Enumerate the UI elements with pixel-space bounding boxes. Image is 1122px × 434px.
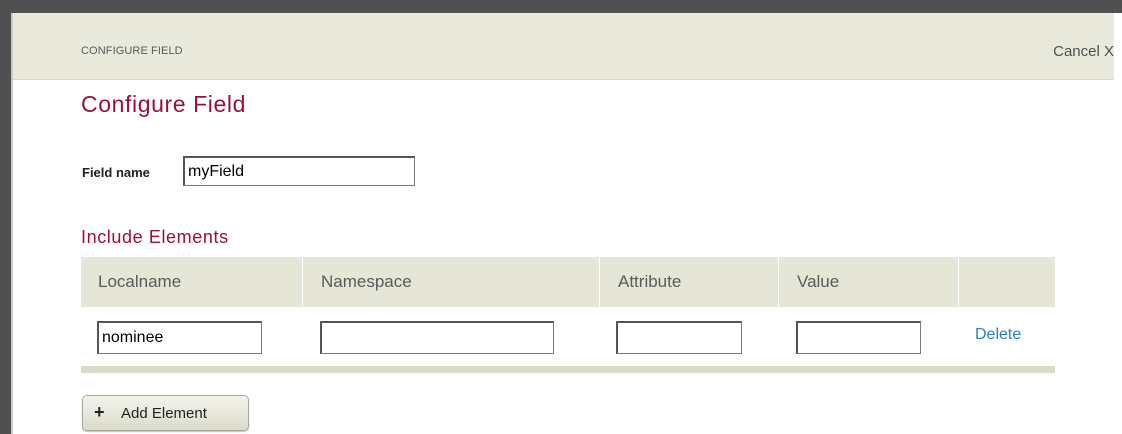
field-name-input[interactable] — [183, 156, 415, 186]
field-name-label: Field name — [82, 165, 150, 180]
value-input[interactable] — [796, 321, 921, 354]
window-border-top — [0, 0, 1122, 13]
elements-table-header: Localname Namespace Attribute Value — [81, 257, 1055, 307]
cancel-link[interactable]: Cancel X — [1053, 43, 1114, 60]
attribute-input[interactable] — [616, 321, 742, 354]
column-header-localname: Localname — [98, 272, 182, 291]
dialog-header-title: CONFIGURE FIELD — [81, 45, 183, 57]
delete-row-link[interactable]: Delete — [975, 326, 1021, 344]
include-elements-heading: Include Elements — [81, 227, 229, 247]
dialog-header: CONFIGURE FIELD Cancel X — [13, 13, 1114, 80]
configure-field-dialog: CONFIGURE FIELD Cancel X Configure Field… — [0, 0, 1122, 434]
column-divider — [958, 257, 959, 307]
namespace-input[interactable] — [320, 321, 554, 354]
column-header-namespace: Namespace — [321, 272, 412, 291]
column-header-value: Value — [797, 272, 840, 291]
elements-table-footer — [81, 366, 1055, 373]
column-header-attribute: Attribute — [618, 272, 682, 291]
column-divider — [302, 257, 303, 307]
window-border-left — [0, 0, 11, 434]
page-title: Configure Field — [81, 91, 246, 117]
column-divider — [778, 257, 779, 307]
localname-input[interactable] — [97, 321, 262, 354]
add-element-label: Add Element — [121, 405, 207, 422]
plus-icon: + — [94, 402, 105, 422]
add-element-button[interactable]: + Add Element — [82, 395, 249, 431]
column-divider — [599, 257, 600, 307]
